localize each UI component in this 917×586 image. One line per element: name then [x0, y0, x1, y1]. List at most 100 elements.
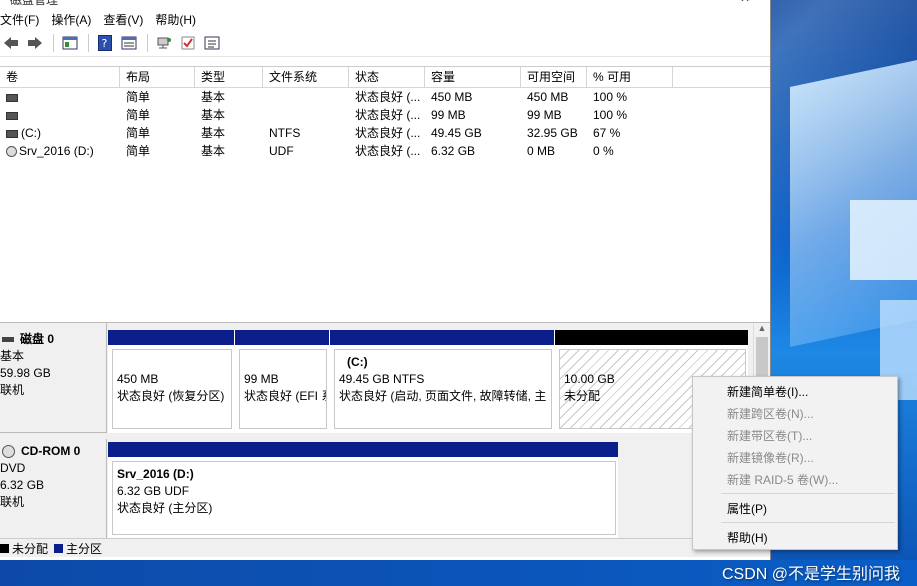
partition-size: 99 MB: [244, 372, 279, 386]
partition-label: [244, 354, 322, 371]
volume-list: 卷 布局 类型 文件系统 状态 容量 可用空间 % 可用 简单 基本 状态良好 …: [0, 66, 770, 317]
partition-efi[interactable]: 99 MB 状态良好 (EFI 系: [235, 330, 329, 433]
menu-new-mirrored-volume[interactable]: 新建镜像卷(R)...: [727, 449, 814, 466]
status-cell: 状态良好 (...: [355, 144, 421, 158]
wallpaper-window-pane: [850, 200, 917, 280]
table-row[interactable]: Srv_2016 (D:) 简单 基本 UDF 状态良好 (... 6.32 G…: [0, 142, 770, 160]
col-volume[interactable]: 卷: [0, 67, 120, 87]
cd-icon: [2, 445, 15, 459]
filesystem-cell: NTFS: [269, 126, 301, 140]
menu-new-simple-volume[interactable]: 新建简单卷(I)...: [727, 383, 808, 400]
disk-0-status: 联机: [0, 383, 25, 397]
type-cell: 基本: [201, 108, 226, 122]
partition-size: 6.32 GB UDF: [117, 484, 190, 498]
partition-label: [117, 354, 227, 371]
capacity-cell: 99 MB: [431, 108, 466, 122]
status-cell: 状态良好 (...: [355, 126, 421, 140]
cdrom-0-type: DVD: [0, 461, 26, 475]
cdrom-0-label[interactable]: CD-ROM 0 DVD 6.32 GB 联机: [0, 439, 107, 539]
col-status[interactable]: 状态: [349, 67, 425, 87]
table-row[interactable]: 简单 基本 状态良好 (... 450 MB 450 MB 100 %: [0, 88, 770, 106]
legend-unallocated-label: 未分配: [12, 541, 49, 556]
unallocated-bar: [555, 330, 748, 345]
partition-info: (C:) 49.45 GB NTFS 状态良好 (启动, 页面文件, 故障转储,…: [334, 349, 552, 429]
table-row[interactable]: (C:) 简单 基本 NTFS 状态良好 (... 49.45 GB 32.95…: [0, 124, 770, 142]
menu-bar: 文件(F) 操作(A) 查看(V) 帮助(H): [0, 8, 770, 30]
cdrom-0-partitions: Srv_2016 (D:) 6.32 GB UDF 状态良好 (主分区): [108, 442, 618, 539]
partition-status: 状态良好 (启动, 页面文件, 故障转储, 主: [339, 389, 547, 403]
legend-primary-swatch: [54, 543, 64, 553]
volume-name-cell: [0, 106, 120, 124]
partition-label: [564, 354, 741, 371]
disk-graphical-view: 磁盘 0 基本 59.98 GB 联机 450 MB 状态良好 (恢复分区) 9…: [0, 322, 770, 539]
menu-file[interactable]: 文件(F): [0, 11, 47, 28]
type-cell: 基本: [201, 144, 226, 158]
title-bar[interactable]: 磁盘管理 — ✕: [0, 0, 770, 8]
type-cell: 基本: [201, 90, 226, 104]
minimize-icon[interactable]: —: [700, 0, 712, 5]
col-percent-free[interactable]: % 可用: [587, 67, 673, 87]
volume-list-header: 卷 布局 类型 文件系统 状态 容量 可用空间 % 可用: [0, 67, 770, 88]
layout-cell: 简单: [126, 108, 151, 122]
help-icon[interactable]: ?: [94, 32, 116, 54]
back-arrow-icon[interactable]: [0, 32, 22, 54]
partition-info: 450 MB 状态良好 (恢复分区): [112, 349, 232, 429]
menu-action[interactable]: 操作(A): [51, 11, 99, 28]
console-tree-icon[interactable]: [118, 32, 140, 54]
toolbar-separator: [88, 34, 89, 52]
partition-size: 450 MB: [117, 372, 159, 386]
forward-arrow-icon[interactable]: [24, 32, 46, 54]
free-space-cell: 450 MB: [527, 90, 569, 104]
menu-new-striped-volume[interactable]: 新建带区卷(T)...: [727, 427, 812, 444]
menu-new-raid5-volume[interactable]: 新建 RAID-5 卷(W)...: [727, 471, 838, 488]
connect-icon[interactable]: [153, 32, 175, 54]
free-space-cell: 99 MB: [527, 108, 562, 122]
volume-name: Srv_2016 (D:): [19, 144, 94, 158]
menu-view[interactable]: 查看(V): [103, 11, 151, 28]
cd-icon: [6, 146, 17, 158]
layout-cell: 简单: [126, 144, 151, 158]
scroll-up-icon[interactable]: ▲: [754, 323, 770, 333]
partition-d[interactable]: Srv_2016 (D:) 6.32 GB UDF 状态良好 (主分区): [108, 442, 618, 539]
col-capacity[interactable]: 容量: [425, 67, 521, 87]
properties-icon[interactable]: [59, 32, 81, 54]
legend-primary-label: 主分区: [66, 541, 103, 556]
primary-partition-bar: [108, 442, 618, 457]
col-filesystem[interactable]: 文件系统: [263, 67, 349, 87]
col-type[interactable]: 类型: [195, 67, 263, 87]
menu-new-spanned-volume[interactable]: 新建跨区卷(N)...: [727, 405, 814, 422]
disk-icon: [2, 337, 14, 343]
close-icon[interactable]: ✕: [740, 0, 750, 5]
cdrom-0-size: 6.32 GB: [0, 478, 45, 492]
volume-icon: [6, 129, 18, 138]
volume-name-cell: [0, 88, 120, 106]
disk-0-label[interactable]: 磁盘 0 基本 59.98 GB 联机: [0, 323, 107, 433]
free-space-cell: 32.95 GB: [527, 126, 578, 140]
checkmark-icon[interactable]: [177, 32, 199, 54]
menu-help[interactable]: 帮助(H): [155, 11, 204, 28]
status-cell: 状态良好 (...: [355, 90, 421, 104]
table-row[interactable]: 简单 基本 状态良好 (... 99 MB 99 MB 100 %: [0, 106, 770, 124]
menu-separator: [721, 493, 895, 494]
disk-0-partitions: 450 MB 状态良好 (恢复分区) 99 MB 状态良好 (EFI 系 (C:…: [108, 330, 748, 433]
partition-recovery[interactable]: 450 MB 状态良好 (恢复分区): [108, 330, 234, 433]
context-menu: 新建简单卷(I)... 新建跨区卷(N)... 新建带区卷(T)... 新建镜像…: [692, 376, 898, 550]
disk-management-window: 磁盘管理 — ✕ 文件(F) 操作(A) 查看(V) 帮助(H) ?: [0, 0, 771, 560]
col-free-space[interactable]: 可用空间: [521, 67, 587, 87]
partition-info: 99 MB 状态良好 (EFI 系: [239, 349, 327, 429]
partition-label: (C:): [347, 355, 368, 369]
toolbar-separator: [147, 34, 148, 52]
partition-label: Srv_2016 (D:): [117, 467, 194, 481]
partition-status: 状态良好 (EFI 系: [244, 389, 327, 403]
filesystem-cell: UDF: [269, 144, 294, 158]
partition-c[interactable]: (C:) 49.45 GB NTFS 状态良好 (启动, 页面文件, 故障转储,…: [330, 330, 554, 433]
menu-properties[interactable]: 属性(P): [727, 500, 767, 517]
menu-help[interactable]: 帮助(H): [727, 529, 768, 546]
status-cell: 状态良好 (...: [355, 108, 421, 122]
toolbar-separator: [53, 34, 54, 52]
svg-text:?: ?: [102, 37, 108, 50]
settings-list-icon[interactable]: [201, 32, 223, 54]
partition-status: 状态良好 (恢复分区): [117, 389, 225, 403]
partition-size: 49.45 GB NTFS: [339, 372, 425, 386]
col-layout[interactable]: 布局: [120, 67, 195, 87]
